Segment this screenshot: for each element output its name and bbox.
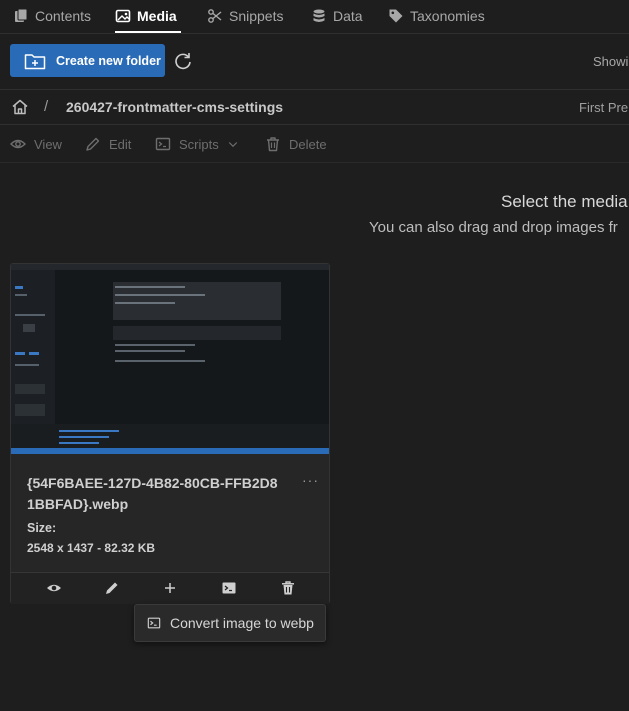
eye-icon <box>10 139 26 149</box>
tab-taxonomies[interactable]: Taxonomies <box>388 0 485 31</box>
tab-bar: Contents Media Snippets Data Taxonomies <box>0 0 629 34</box>
terminal-icon <box>147 617 161 629</box>
breadcrumb-current-folder[interactable]: 260427-frontmatter-cms-settings <box>66 99 283 115</box>
more-options-button[interactable]: ··· <box>302 472 319 488</box>
media-thumbnail[interactable] <box>11 264 329 454</box>
convert-webp-label: Convert image to webp <box>170 615 314 631</box>
media-filename: {54F6BAEE-127D-4B82-80CB-FFB2D81BBFAD}.w… <box>27 475 278 512</box>
database-icon <box>313 9 325 22</box>
eye-icon[interactable] <box>46 580 62 596</box>
view-button[interactable]: View <box>10 136 62 152</box>
tab-contents[interactable]: Contents <box>13 0 91 31</box>
tab-snippets[interactable]: Snippets <box>207 0 283 31</box>
tab-media[interactable]: Media <box>115 0 181 33</box>
trash-icon <box>267 137 279 152</box>
scissors-icon <box>208 8 222 23</box>
refresh-icon[interactable] <box>173 51 193 71</box>
chevron-down-icon <box>228 142 237 148</box>
terminal-icon[interactable] <box>221 580 237 596</box>
scripts-label: Scripts <box>179 136 219 152</box>
pencil-icon[interactable] <box>104 580 120 596</box>
thumbnail-image <box>11 264 329 454</box>
show-label: Showi <box>593 54 629 69</box>
files-icon <box>15 8 28 22</box>
edit-label: Edit <box>109 136 132 152</box>
pencil-icon <box>86 137 100 151</box>
create-folder-button[interactable]: Create new folder <box>10 44 165 77</box>
folder-plus-icon <box>24 53 46 69</box>
trash-icon[interactable] <box>280 580 296 596</box>
tab-taxonomies-label: Taxonomies <box>410 7 485 24</box>
drag-drop-hint: You can also drag and drop images fr <box>369 219 618 236</box>
home-icon[interactable] <box>11 98 29 116</box>
tab-media-label: Media <box>137 7 177 24</box>
plus-icon[interactable] <box>162 580 178 596</box>
edit-button[interactable]: Edit <box>85 136 131 152</box>
tab-contents-label: Contents <box>35 7 92 24</box>
terminal-icon <box>155 137 171 151</box>
tab-data[interactable]: Data <box>311 0 363 31</box>
scripts-dropdown[interactable]: Scripts <box>155 136 239 152</box>
tab-snippets-label: Snippets <box>229 7 284 24</box>
size-label: Size: <box>27 521 57 535</box>
image-icon <box>115 9 131 22</box>
view-label: View <box>34 136 62 152</box>
tag-icon <box>389 9 403 22</box>
pagination-controls[interactable]: First Pre <box>579 100 628 115</box>
delete-label: Delete <box>289 136 327 152</box>
delete-button[interactable]: Delete <box>265 136 327 152</box>
tab-data-label: Data <box>333 7 363 24</box>
create-folder-label: Create new folder <box>56 53 161 68</box>
breadcrumb-separator: / <box>44 98 49 115</box>
size-value: 2548 x 1437 - 82.32 KB <box>27 541 156 555</box>
select-media-title: Select the media <box>501 192 628 211</box>
convert-webp-tooltip[interactable]: Convert image to webp <box>134 604 326 642</box>
